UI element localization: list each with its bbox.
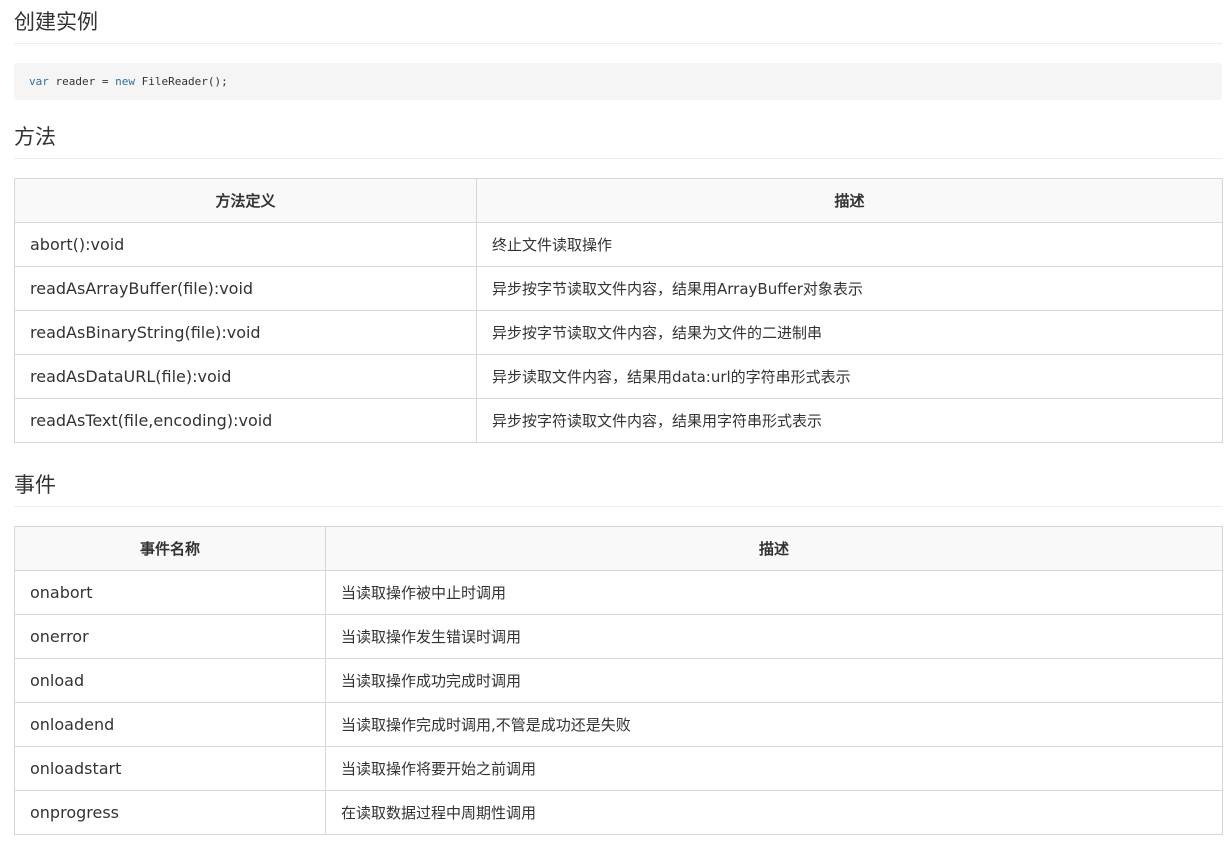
events-header-description: 描述 [325, 526, 1223, 571]
methods-header-description: 描述 [476, 178, 1223, 223]
section-heading-events: 事件 [14, 471, 1222, 507]
table-row: onprogress 在读取数据过程中周期性调用 [14, 790, 1223, 835]
events-table: 事件名称 描述 onabort 当读取操作被中止时调用 onerror 当读取操… [14, 526, 1223, 835]
events-header-name: 事件名称 [14, 526, 326, 571]
method-description: 异步按字节读取文件内容，结果为文件的二进制串 [476, 310, 1223, 355]
code-keyword-new: new [115, 75, 135, 88]
code-block[interactable]: var reader = new FileReader(); [14, 63, 1222, 100]
method-name: readAsBinaryString(file):void [14, 310, 477, 355]
event-name: onerror [14, 614, 326, 659]
event-name: onloadend [14, 702, 326, 747]
event-name: onload [14, 658, 326, 703]
table-row: onerror 当读取操作发生错误时调用 [14, 614, 1223, 659]
table-row: onloadstart 当读取操作将要开始之前调用 [14, 746, 1223, 791]
table-row: abort():void 终止文件读取操作 [14, 222, 1223, 267]
events-table-header-row: 事件名称 描述 [14, 526, 1223, 571]
table-row: readAsText(file,encoding):void 异步按字符读取文件… [14, 398, 1223, 443]
table-row: readAsDataURL(file):void 异步读取文件内容，结果用dat… [14, 354, 1223, 399]
method-name: readAsText(file,encoding):void [14, 398, 477, 443]
table-row: readAsArrayBuffer(file):void 异步按字节读取文件内容… [14, 266, 1223, 311]
event-description: 当读取操作完成时调用,不管是成功还是失败 [325, 702, 1223, 747]
section-heading-create-instance: 创建实例 [14, 8, 1222, 44]
code-text-reader: reader = [48, 75, 116, 88]
event-description: 当读取操作将要开始之前调用 [325, 746, 1223, 791]
table-row: onload 当读取操作成功完成时调用 [14, 658, 1223, 703]
event-name: onloadstart [14, 746, 326, 791]
event-description: 在读取数据过程中周期性调用 [325, 790, 1223, 835]
method-description: 终止文件读取操作 [476, 222, 1223, 267]
method-name: abort():void [14, 222, 477, 267]
table-row: onabort 当读取操作被中止时调用 [14, 570, 1223, 615]
code-text-filereader: FileReader(); [134, 75, 228, 88]
code-keyword-var: var [29, 75, 49, 88]
methods-table-header-row: 方法定义 描述 [14, 178, 1223, 223]
method-description: 异步按字节读取文件内容，结果用ArrayBuffer对象表示 [476, 266, 1223, 311]
event-description: 当读取操作被中止时调用 [325, 570, 1223, 615]
table-row: readAsBinaryString(file):void 异步按字节读取文件内… [14, 310, 1223, 355]
section-heading-methods: 方法 [14, 123, 1222, 159]
table-row: onloadend 当读取操作完成时调用,不管是成功还是失败 [14, 702, 1223, 747]
method-name: readAsArrayBuffer(file):void [14, 266, 477, 311]
methods-table: 方法定义 描述 abort():void 终止文件读取操作 readAsArra… [14, 178, 1223, 443]
method-description: 异步按字符读取文件内容，结果用字符串形式表示 [476, 398, 1223, 443]
event-name: onprogress [14, 790, 326, 835]
method-name: readAsDataURL(file):void [14, 354, 477, 399]
event-name: onabort [14, 570, 326, 615]
methods-header-definition: 方法定义 [14, 178, 477, 223]
event-description: 当读取操作成功完成时调用 [325, 658, 1223, 703]
method-description: 异步读取文件内容，结果用data:url的字符串形式表示 [476, 354, 1223, 399]
event-description: 当读取操作发生错误时调用 [325, 614, 1223, 659]
